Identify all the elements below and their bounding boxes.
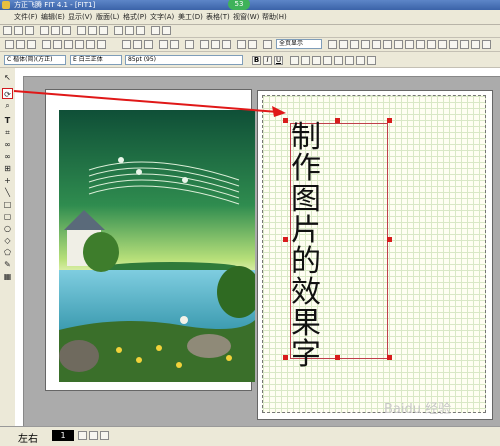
status-bar: 左右 1 xyxy=(0,426,500,446)
page-nav-button[interactable] xyxy=(100,431,109,440)
spread-label: 左右 xyxy=(18,434,38,445)
arrow-line xyxy=(13,90,279,113)
annotation-arrow xyxy=(13,90,286,117)
arrow-head xyxy=(272,106,286,117)
watermark: Baidu 经验 xyxy=(384,402,452,417)
page-number[interactable]: 1 xyxy=(52,430,74,441)
page-nav-button[interactable] xyxy=(78,431,87,440)
page-nav-button[interactable] xyxy=(89,431,98,440)
